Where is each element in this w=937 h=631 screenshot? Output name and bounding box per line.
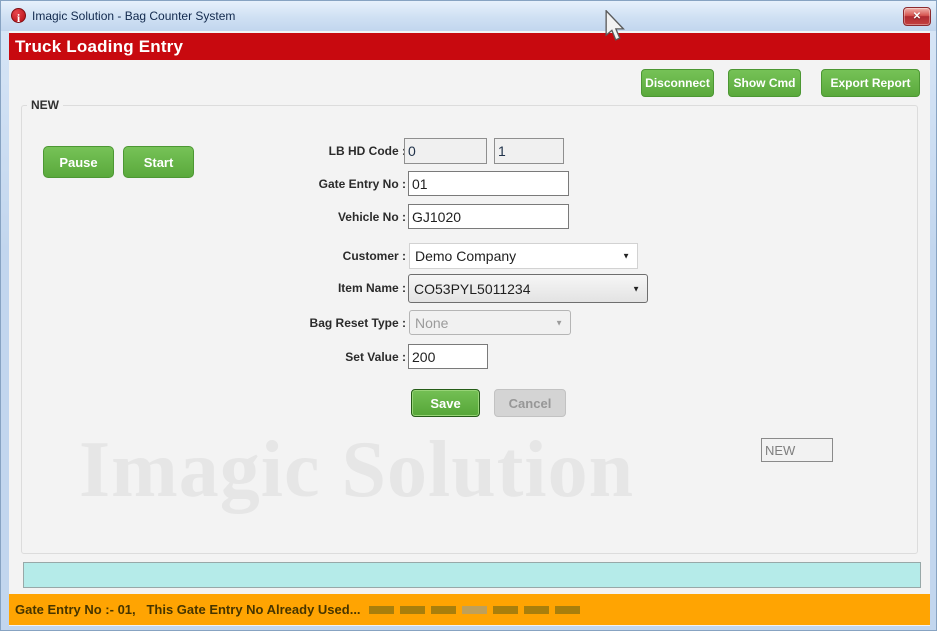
new-groupbox-label: NEW (27, 98, 63, 112)
close-button[interactable]: ✕ (903, 7, 931, 26)
marquee-dash (431, 606, 456, 614)
cancel-button: Cancel (494, 389, 566, 417)
disconnect-button[interactable]: Disconnect (641, 69, 714, 97)
chevron-down-icon: ▼ (555, 318, 563, 327)
status-message: Gate Entry No :- 01, This Gate Entry No … (15, 594, 361, 625)
titlebar[interactable]: i Imagic Solution - Bag Counter System ✕ (1, 1, 936, 31)
window-title: Imagic Solution - Bag Counter System (32, 9, 235, 23)
save-button[interactable]: Save (411, 389, 480, 417)
marquee-dash (400, 606, 425, 614)
export-report-button[interactable]: Export Report (821, 69, 920, 97)
vehicle-no-input[interactable] (408, 204, 569, 229)
mode-indicator-box[interactable] (761, 438, 833, 462)
chevron-down-icon: ▼ (632, 284, 640, 293)
gate-entry-no-input[interactable] (408, 171, 569, 196)
lb-hd-code-input-b (494, 138, 564, 164)
marquee-dash (524, 606, 549, 614)
status-bar: Gate Entry No :- 01, This Gate Entry No … (9, 594, 930, 625)
lb-hd-code-input-a (404, 138, 487, 164)
bag-reset-type-dropdown: None ▼ (409, 310, 571, 335)
page-title: Truck Loading Entry (9, 33, 930, 60)
app-icon: i (11, 8, 26, 23)
bag-reset-type-value: None (415, 315, 448, 331)
bag-reset-type-label: Bag Reset Type : (259, 316, 406, 330)
customer-value: Demo Company (415, 248, 516, 264)
marquee-dashes (369, 606, 586, 614)
pause-button[interactable]: Pause (43, 146, 114, 178)
marquee-dash (493, 606, 518, 614)
show-cmd-button[interactable]: Show Cmd (728, 69, 801, 97)
customer-dropdown[interactable]: Demo Company ▼ (409, 243, 638, 269)
client-area: Truck Loading Entry Disconnect Show Cmd … (9, 31, 930, 626)
marquee-dash (369, 606, 394, 614)
chevron-down-icon: ▼ (622, 252, 630, 261)
item-name-value: CO53PYL5011234 (414, 281, 531, 297)
gate-entry-no-label: Gate Entry No : (259, 177, 406, 191)
item-name-label: Item Name : (259, 281, 406, 295)
customer-label: Customer : (259, 249, 406, 263)
app-window: i Imagic Solution - Bag Counter System ✕… (0, 0, 937, 631)
marquee-dash (555, 606, 580, 614)
set-value-input[interactable] (408, 344, 488, 369)
set-value-label: Set Value : (259, 350, 406, 364)
start-button[interactable]: Start (123, 146, 194, 178)
lb-hd-code-label: LB HD Code : (259, 144, 406, 158)
item-name-dropdown[interactable]: CO53PYL5011234 ▼ (408, 274, 648, 303)
vehicle-no-label: Vehicle No : (259, 210, 406, 224)
close-icon: ✕ (904, 8, 930, 25)
marquee-dash (462, 606, 487, 614)
message-field[interactable] (23, 562, 921, 588)
